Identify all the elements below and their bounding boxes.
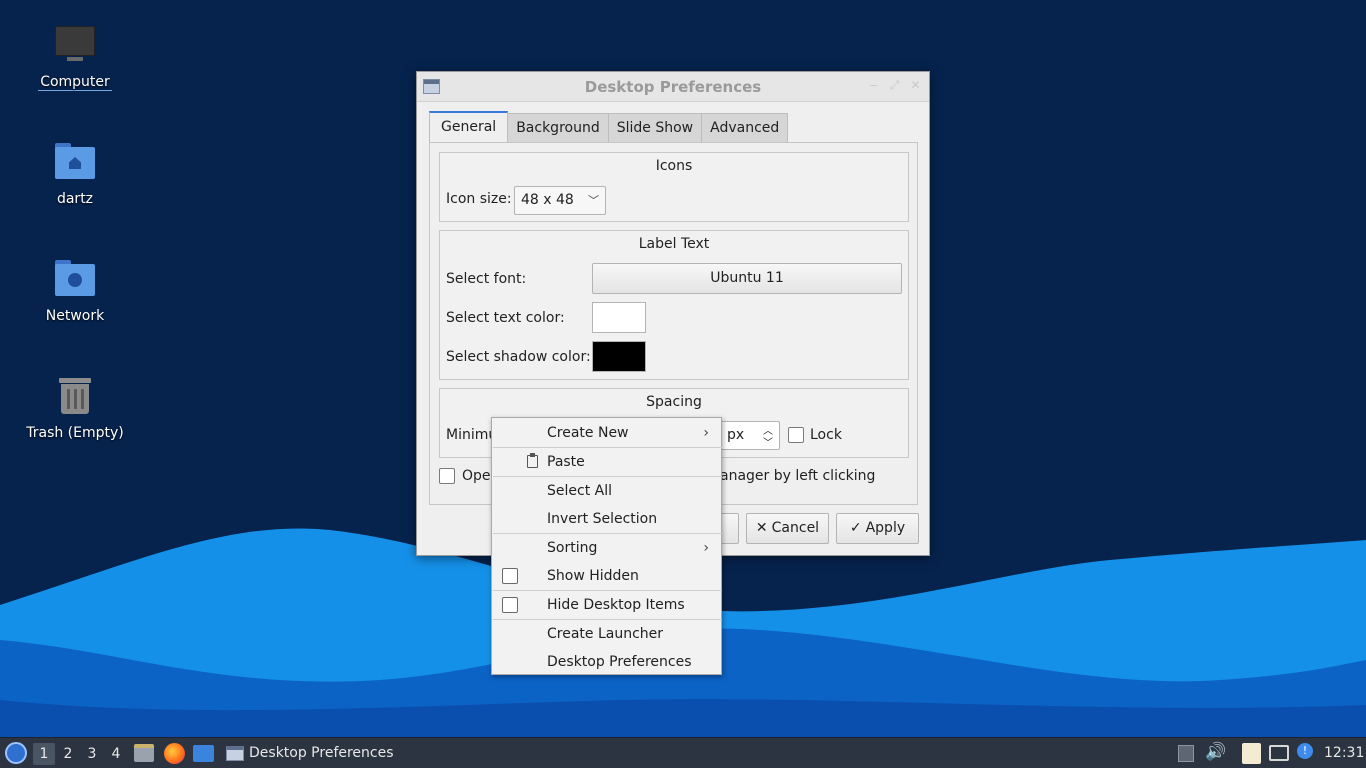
icon-size-select[interactable]: 48 x 48 ﹀ <box>514 186 606 215</box>
notification-icon[interactable]: ! <box>1297 743 1313 759</box>
group-title: Icons <box>655 158 693 174</box>
workspace-3[interactable]: 3 <box>81 743 103 765</box>
show-hidden-checkbox[interactable] <box>502 568 518 584</box>
apply-button[interactable]: ✓ Apply <box>836 513 919 544</box>
select-font-label: Select font: <box>446 271 527 287</box>
desktop-icon-label: Network <box>45 308 105 324</box>
home-folder-icon <box>53 141 97 185</box>
cancel-label: Cancel <box>771 520 820 536</box>
menu-item-create-launcher[interactable]: Create Launcher <box>492 620 721 648</box>
network-folder-icon <box>53 258 97 302</box>
volume-icon[interactable]: 🔊 <box>1205 742 1226 762</box>
window-title: Desktop Preferences <box>584 78 762 96</box>
clipboard-clip <box>530 453 535 457</box>
cancel-button[interactable]: ✕ Cancel <box>746 513 829 544</box>
lock-label: Lock <box>810 427 842 443</box>
workspace-1[interactable]: 1 <box>33 743 55 765</box>
start-menu-icon[interactable] <box>5 742 27 764</box>
workspace-2[interactable]: 2 <box>57 743 79 765</box>
taskbar: 1 2 3 4 Desktop Preferences 🔊 ! 12:31 <box>0 737 1366 768</box>
network-tray-icon[interactable] <box>1269 745 1289 761</box>
menu-item-paste[interactable]: Paste <box>492 448 721 476</box>
spacing-unit: px <box>727 427 745 443</box>
desktop-icon-home[interactable]: dartz <box>20 141 130 207</box>
shadow-color-button[interactable] <box>592 341 646 372</box>
menu-item-hide-desktop-items[interactable]: Hide Desktop Items <box>492 591 721 619</box>
menu-item-label: Desktop Preferences <box>547 654 692 670</box>
taskbar-window-button[interactable]: Desktop Preferences <box>222 738 402 768</box>
check-icon: ✓ <box>849 520 862 536</box>
desktop-icon-label: Trash (Empty) <box>26 425 124 441</box>
hide-desktop-items-checkbox[interactable] <box>502 597 518 613</box>
desktop-show-icon[interactable] <box>193 745 214 762</box>
select-shadow-color-label: Select shadow color: <box>446 349 591 365</box>
group-title: Spacing <box>646 394 702 410</box>
desktop-icon-label: dartz <box>56 191 94 207</box>
desktop-icon-network[interactable]: Network <box>20 258 130 324</box>
apply-label: Apply <box>865 520 906 536</box>
window-app-icon <box>226 746 244 761</box>
clock[interactable]: 12:31 <box>1324 738 1364 768</box>
chevron-right-icon: › <box>703 425 709 441</box>
tab-general[interactable]: General <box>429 111 509 142</box>
chevron-right-icon: › <box>703 540 709 556</box>
menu-item-show-hidden[interactable]: Show Hidden <box>492 562 721 590</box>
trash-icon <box>53 375 97 419</box>
menu-item-sorting[interactable]: Sorting › <box>492 534 721 562</box>
taskbar-window-title: Desktop Preferences <box>249 745 394 761</box>
window-titlebar[interactable]: Desktop Preferences ‒ ⤢ ✕ <box>417 72 929 102</box>
font-button[interactable]: Ubuntu 11 <box>592 263 902 294</box>
menu-item-create-new[interactable]: Create New › <box>492 419 721 447</box>
open-option-label-left: Ope <box>462 468 491 484</box>
desktop-icon-trash[interactable]: Trash (Empty) <box>20 375 130 441</box>
workspace-4[interactable]: 4 <box>105 743 127 765</box>
tab-advanced[interactable]: Advanced <box>701 113 789 142</box>
maximize-icon[interactable]: ⤢ <box>887 78 902 93</box>
menu-item-label: Create Launcher <box>547 626 664 642</box>
menu-item-label: Create New <box>547 425 629 441</box>
open-on-left-click-checkbox[interactable] <box>439 468 455 484</box>
file-manager-icon[interactable] <box>134 744 154 762</box>
cancel-icon: ✕ <box>755 520 768 536</box>
icons-group: Icons Icon size: 48 x 48 ﹀ <box>439 152 909 222</box>
lock-checkbox[interactable] <box>788 427 804 443</box>
menu-item-label: Select All <box>547 483 612 499</box>
menu-item-desktop-preferences[interactable]: Desktop Preferences <box>492 648 721 676</box>
menu-item-label: Paste <box>547 454 585 470</box>
select-text-color-label: Select text color: <box>446 310 565 326</box>
close-icon[interactable]: ✕ <box>908 78 923 93</box>
spacing-spinbox[interactable]: px ︿ ﹀ <box>720 421 780 450</box>
desktop-context-menu: Create New › Paste Select All Invert Sel… <box>491 417 722 675</box>
menu-item-label: Show Hidden <box>547 568 639 584</box>
chevron-down-icon: ﹀ <box>588 194 599 207</box>
tab-background[interactable]: Background <box>507 113 609 142</box>
icon-size-label: Icon size: <box>446 191 512 207</box>
minimize-icon[interactable]: ‒ <box>866 78 881 93</box>
label-text-group: Label Text Select font: Ubuntu 11 Select… <box>439 230 909 380</box>
eject-icon[interactable] <box>1178 745 1194 762</box>
menu-item-select-all[interactable]: Select All <box>492 477 721 505</box>
menu-item-label: Sorting <box>547 540 598 556</box>
firefox-icon[interactable] <box>164 743 185 764</box>
tab-slide-show[interactable]: Slide Show <box>607 113 703 142</box>
icon-size-value: 48 x 48 <box>521 192 574 208</box>
tab-bar: General Background Slide Show Advanced <box>429 111 789 142</box>
menu-item-label: Hide Desktop Items <box>547 597 685 613</box>
open-option-label-right: anager by left clicking <box>720 468 876 484</box>
desktop-icon-label: Computer <box>38 74 112 91</box>
spin-down-icon[interactable]: ﹀ <box>763 434 773 449</box>
desktop-icon-computer[interactable]: Computer <box>20 24 130 91</box>
menu-item-invert-selection[interactable]: Invert Selection <box>492 505 721 533</box>
text-color-button[interactable] <box>592 302 646 333</box>
group-title: Label Text <box>638 236 710 252</box>
computer-icon <box>53 24 97 68</box>
menu-item-label: Invert Selection <box>547 511 658 527</box>
minimum-spacing-label: Minimu <box>446 427 498 443</box>
clipboard-tray-icon[interactable] <box>1242 743 1261 764</box>
